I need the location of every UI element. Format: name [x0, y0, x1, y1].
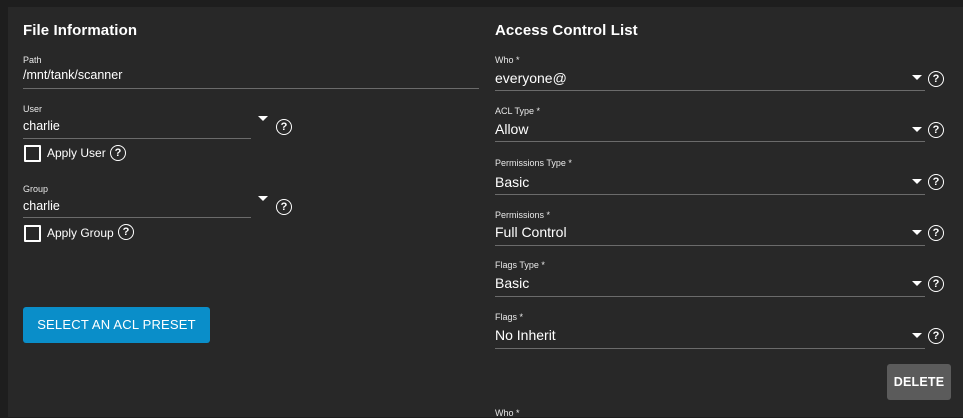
- apply-group-label: Apply Group: [47, 226, 114, 240]
- help-circle-icon[interactable]: ?: [928, 71, 944, 87]
- permissions-type-select[interactable]: Basic: [495, 174, 529, 190]
- chevron-down-icon[interactable]: [258, 196, 268, 201]
- acl-editor-card: File Information Path /mnt/tank/scanner …: [8, 7, 963, 418]
- help-circle-icon[interactable]: ?: [110, 145, 126, 161]
- chevron-down-icon[interactable]: [258, 116, 268, 121]
- flags-label: Flags *: [495, 312, 524, 322]
- chevron-down-icon[interactable]: [912, 230, 922, 235]
- acl-type-select[interactable]: Allow: [495, 121, 528, 137]
- apply-user-label: Apply User: [47, 146, 106, 160]
- help-circle-icon[interactable]: ?: [276, 199, 292, 215]
- chevron-down-icon[interactable]: [912, 333, 922, 338]
- flags-type-label: Flags Type *: [495, 260, 545, 270]
- select-acl-preset-button[interactable]: SELECT AN ACL PRESET: [23, 307, 210, 343]
- help-circle-icon[interactable]: ?: [928, 328, 944, 344]
- apply-group-checkbox[interactable]: [24, 225, 41, 242]
- help-circle-icon[interactable]: ?: [118, 224, 134, 240]
- who-select[interactable]: everyone@: [495, 70, 567, 86]
- help-circle-icon[interactable]: ?: [928, 174, 944, 190]
- user-underline: [23, 138, 251, 139]
- group-label: Group: [23, 184, 49, 194]
- who-label: Who *: [495, 55, 520, 65]
- access-control-list-title: Access Control List: [495, 22, 638, 39]
- permissions-label: Permissions *: [495, 210, 551, 220]
- chevron-down-icon[interactable]: [912, 127, 922, 132]
- file-information-title: File Information: [23, 22, 138, 39]
- acl-type-label: ACL Type *: [495, 106, 541, 116]
- help-circle-icon[interactable]: ?: [276, 119, 292, 135]
- help-circle-icon[interactable]: ?: [928, 122, 944, 138]
- acl-type-underline: [495, 141, 925, 142]
- permissions-type-underline: [495, 194, 925, 195]
- path-input[interactable]: /mnt/tank/scanner: [23, 68, 122, 82]
- flags-type-underline: [495, 296, 925, 297]
- help-circle-icon[interactable]: ?: [928, 225, 944, 241]
- flags-select[interactable]: No Inherit: [495, 327, 556, 343]
- apply-user-checkbox[interactable]: [24, 145, 41, 162]
- path-label: Path: [23, 55, 42, 65]
- user-select[interactable]: charlie: [23, 119, 60, 133]
- flags-type-select[interactable]: Basic: [495, 275, 529, 291]
- who-underline: [495, 90, 925, 91]
- path-underline: [23, 88, 479, 89]
- delete-ace-button[interactable]: DELETE: [887, 364, 951, 400]
- permissions-type-label: Permissions Type *: [495, 158, 572, 168]
- permissions-select[interactable]: Full Control: [495, 224, 567, 240]
- chevron-down-icon[interactable]: [912, 281, 922, 286]
- group-select[interactable]: charlie: [23, 199, 60, 213]
- help-circle-icon[interactable]: ?: [928, 276, 944, 292]
- flags-underline: [495, 348, 925, 349]
- chevron-down-icon[interactable]: [912, 179, 922, 184]
- group-underline: [23, 217, 251, 218]
- chevron-down-icon[interactable]: [912, 75, 922, 80]
- user-label: User: [23, 104, 43, 114]
- permissions-underline: [495, 245, 925, 246]
